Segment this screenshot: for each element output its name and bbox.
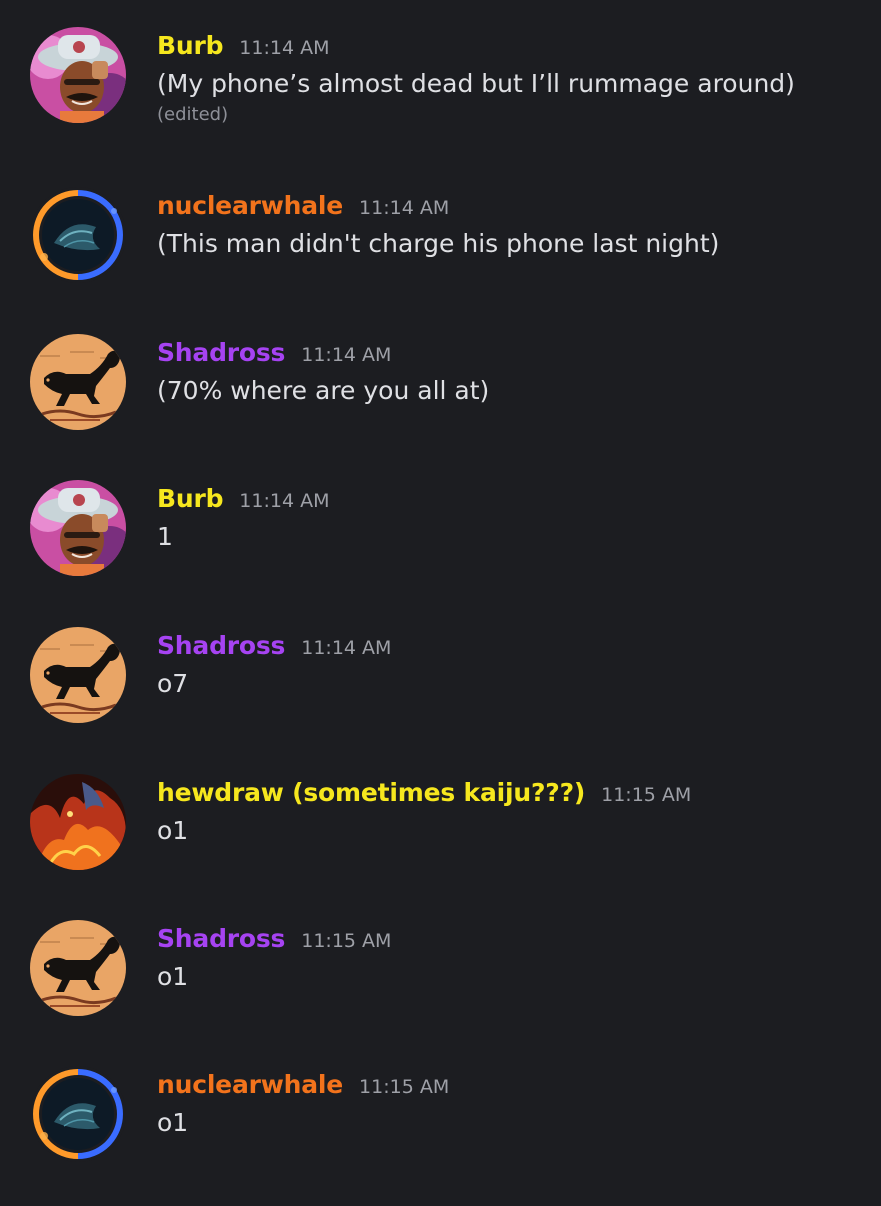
message-header: nuclearwhale 11:15 AM xyxy=(157,1068,449,1102)
message-text: o1 xyxy=(157,962,189,991)
message-header: Shadross 11:15 AM xyxy=(157,922,391,956)
message-header: hewdraw (sometimes kaiju???) 11:15 AM xyxy=(157,776,691,810)
message-item[interactable]: nuclearwhale 11:14 AM (This man didn't ch… xyxy=(0,187,881,327)
username[interactable]: Shadross xyxy=(157,924,285,953)
cowboy-hat-man-avatar-icon[interactable] xyxy=(30,480,126,576)
edited-label: (edited) xyxy=(157,104,229,125)
message-item[interactable]: Shadross 11:14 AM o7 xyxy=(0,627,881,767)
timestamp: 11:14 AM xyxy=(301,637,392,659)
message-header: nuclearwhale 11:14 AM xyxy=(157,189,449,223)
username[interactable]: nuclearwhale xyxy=(157,1070,343,1099)
message-list: Burb 11:14 AM (My phone’s almost dead but… xyxy=(0,0,881,1200)
message-item[interactable]: Shadross 11:15 AM o1 xyxy=(0,920,881,1060)
message-header: Shadross 11:14 AM xyxy=(157,336,391,370)
black-lizard-avatar-icon[interactable] xyxy=(30,334,126,430)
message-text: (My phone’s almost dead but I’ll rummage… xyxy=(157,69,795,98)
username[interactable]: Burb xyxy=(157,31,223,60)
message-item[interactable]: Burb 11:14 AM (My phone’s almost dead but… xyxy=(0,27,881,167)
message-text: 1 xyxy=(157,522,173,551)
timestamp: 11:15 AM xyxy=(601,784,692,806)
message-text: (70% where are you all at) xyxy=(157,376,490,405)
glowing-ring-avatar-icon[interactable] xyxy=(30,187,126,283)
black-lizard-avatar-icon[interactable] xyxy=(30,627,126,723)
message-item[interactable]: hewdraw (sometimes kaiju???) 11:15 AM o1 xyxy=(0,774,881,914)
timestamp: 11:14 AM xyxy=(359,197,450,219)
message-item[interactable]: Shadross 11:14 AM (70% where are you all … xyxy=(0,334,881,474)
username[interactable]: hewdraw (sometimes kaiju???) xyxy=(157,778,585,807)
timestamp: 11:15 AM xyxy=(359,1076,450,1098)
black-lizard-avatar-icon[interactable] xyxy=(30,920,126,1016)
message-header: Burb 11:14 AM xyxy=(157,29,329,63)
username[interactable]: Shadross xyxy=(157,631,285,660)
message-header: Shadross 11:14 AM xyxy=(157,629,391,663)
message-item[interactable]: nuclearwhale 11:15 AM o1 xyxy=(0,1066,881,1206)
username[interactable]: nuclearwhale xyxy=(157,191,343,220)
message-item[interactable]: Burb 11:14 AM 1 xyxy=(0,480,881,620)
message-text: o7 xyxy=(157,669,189,698)
cowboy-hat-man-avatar-icon[interactable] xyxy=(30,27,126,123)
timestamp: 11:14 AM xyxy=(239,490,330,512)
message-text: (This man didn't charge his phone last n… xyxy=(157,229,720,258)
glowing-ring-avatar-icon[interactable] xyxy=(30,1066,126,1162)
timestamp: 11:14 AM xyxy=(239,37,330,59)
timestamp: 11:15 AM xyxy=(301,930,392,952)
timestamp: 11:14 AM xyxy=(301,344,392,366)
username[interactable]: Burb xyxy=(157,484,223,513)
message-text: o1 xyxy=(157,816,189,845)
message-header: Burb 11:14 AM xyxy=(157,482,329,516)
fiery-creature-avatar-icon[interactable] xyxy=(30,774,126,870)
username[interactable]: Shadross xyxy=(157,338,285,367)
message-text: o1 xyxy=(157,1108,189,1137)
